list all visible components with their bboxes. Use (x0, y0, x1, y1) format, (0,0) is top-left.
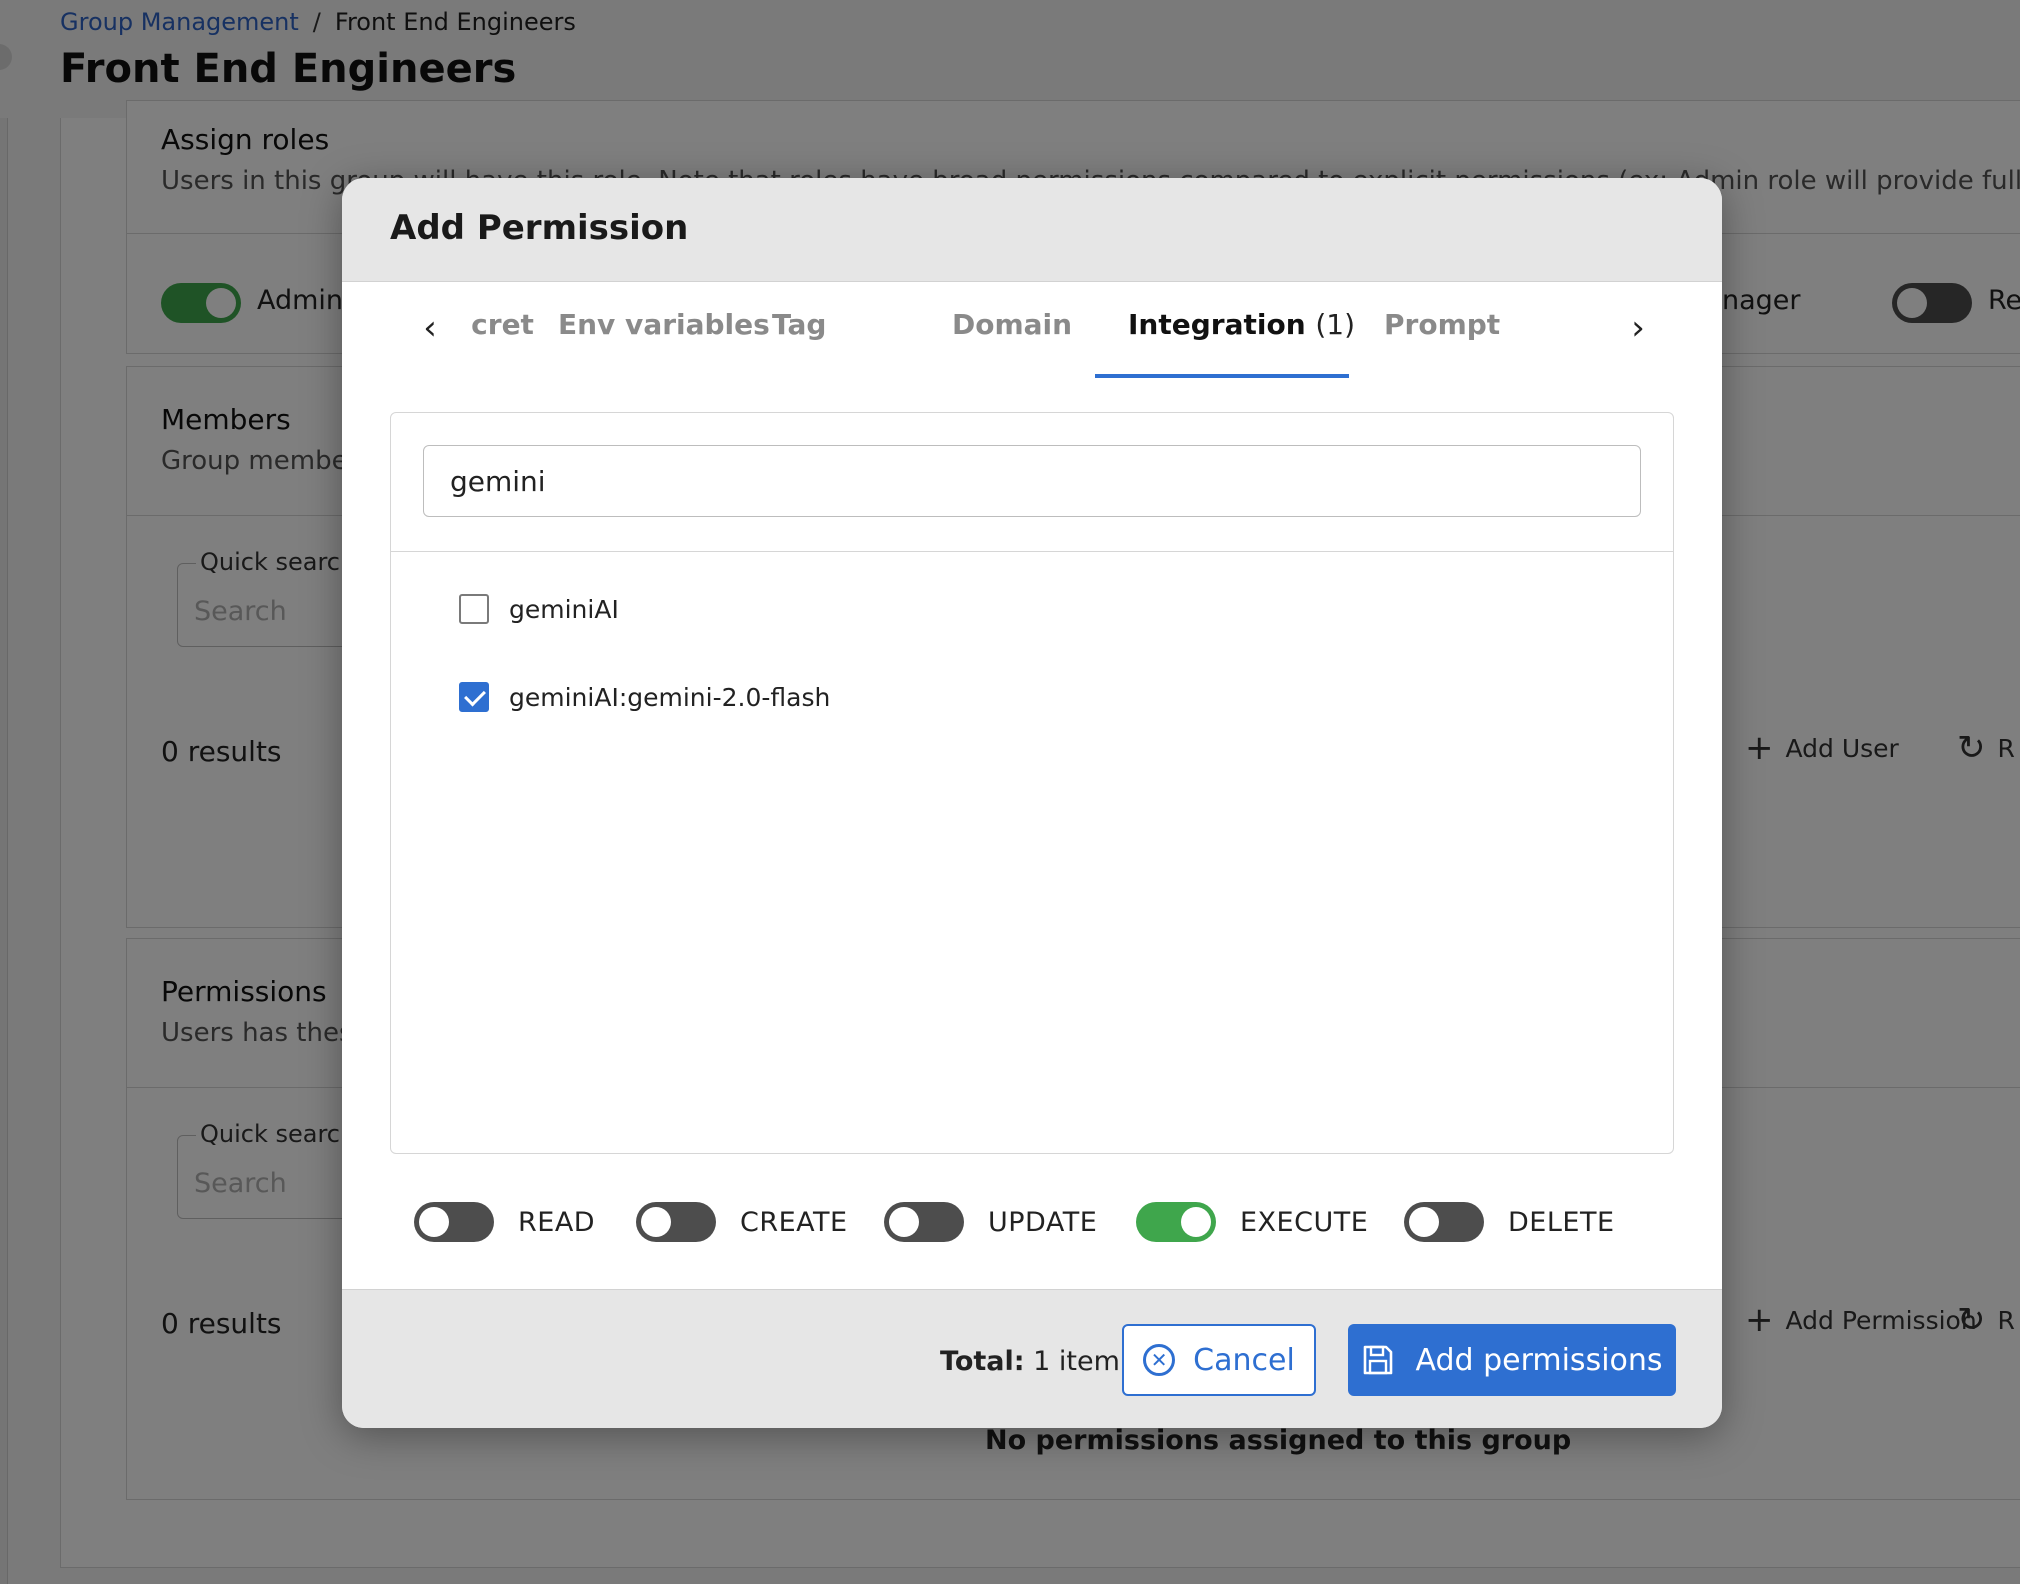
total-count: Total: 1 item (940, 1346, 1120, 1377)
tab-prompt[interactable]: Prompt (1384, 308, 1500, 341)
permission-execute[interactable]: EXECUTE (1136, 1201, 1368, 1243)
permission-update[interactable]: UPDATE (884, 1201, 1097, 1243)
add-permission-modal: Add Permission ‹ Secret Env variables Ta… (342, 178, 1722, 1428)
tab-secret[interactable]: Secret (470, 308, 534, 341)
permission-label: EXECUTE (1240, 1206, 1369, 1238)
tab-count-badge: (1) (1315, 308, 1356, 341)
permission-create[interactable]: CREATE (636, 1201, 848, 1243)
tab-label: Env variables (558, 308, 770, 341)
tab-domain[interactable]: Domain (952, 308, 1072, 341)
modal-footer: Total: 1 item ✕ Cancel Add permissions (342, 1289, 1722, 1428)
tabs-viewport: Secret Env variables Tag Domain Integrat… (470, 282, 1590, 382)
tab-label: Domain (952, 308, 1073, 341)
permission-label: DELETE (1508, 1206, 1615, 1238)
toggle-delete[interactable] (1404, 1202, 1484, 1242)
permission-read[interactable]: READ (414, 1201, 595, 1243)
tab-label: Secret (470, 308, 534, 341)
permission-label: UPDATE (988, 1206, 1098, 1238)
list-item-label: geminiAI (509, 594, 619, 624)
tab-tag[interactable]: Tag (772, 308, 826, 341)
tab-env-variables[interactable]: Env variables (558, 308, 770, 341)
list-item-label: geminiAI:gemini-2.0-flash (509, 682, 831, 712)
toggle-knob (1181, 1207, 1211, 1237)
checkbox-checked-icon[interactable] (459, 682, 489, 712)
toggle-knob (419, 1207, 449, 1237)
modal-header: Add Permission (342, 178, 1722, 282)
toggle-knob (1409, 1207, 1439, 1237)
save-icon (1364, 1345, 1393, 1375)
cancel-label: Cancel (1193, 1342, 1295, 1378)
toggle-execute[interactable] (1136, 1202, 1216, 1242)
modal-title: Add Permission (390, 208, 689, 248)
toggle-read[interactable] (414, 1202, 494, 1242)
total-label: Total: (940, 1346, 1025, 1377)
toggle-knob (641, 1207, 671, 1237)
tab-label: Tag (772, 308, 827, 341)
permission-toggles: READ CREATE UPDATE EXECUTE DELETE (414, 1201, 1664, 1243)
add-permissions-label: Add permissions (1415, 1342, 1663, 1378)
toggle-update[interactable] (884, 1202, 964, 1242)
active-tab-indicator (1095, 374, 1349, 378)
tab-label: Prompt (1384, 308, 1501, 341)
integration-list-panel: geminiAI geminiAI:gemini-2.0-flash (390, 412, 1674, 1154)
tab-label: Integration (1128, 308, 1306, 341)
toggle-create[interactable] (636, 1202, 716, 1242)
checkbox-icon[interactable] (459, 594, 489, 624)
tab-integration[interactable]: Integration (1) (1128, 308, 1355, 341)
chevron-right-icon[interactable]: › (1618, 308, 1658, 348)
list-item-geminiai-gemini-2-0-flash[interactable]: geminiAI:gemini-2.0-flash (459, 677, 830, 717)
total-value: 1 item (1033, 1346, 1120, 1377)
chevron-left-icon[interactable]: ‹ (410, 308, 450, 348)
toggle-knob (889, 1207, 919, 1237)
cancel-button[interactable]: ✕ Cancel (1122, 1324, 1316, 1396)
permission-label: READ (518, 1206, 596, 1238)
permission-tabs: ‹ Secret Env variables Tag Domain Integr… (342, 282, 1722, 382)
permission-label: CREATE (740, 1206, 848, 1238)
integration-search-input[interactable] (423, 445, 1641, 517)
list-divider (391, 551, 1673, 552)
cancel-circle-icon: ✕ (1143, 1344, 1176, 1376)
permission-delete[interactable]: DELETE (1404, 1201, 1615, 1243)
list-item-geminiai[interactable]: geminiAI (459, 589, 619, 629)
add-permissions-button[interactable]: Add permissions (1348, 1324, 1676, 1396)
